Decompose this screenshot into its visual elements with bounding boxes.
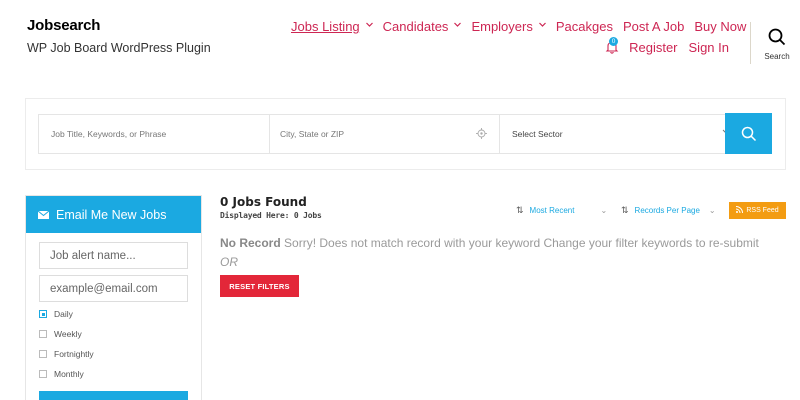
nav-label: Jobs Listing — [291, 19, 360, 34]
location-input[interactable]: City, State or ZIP — [269, 115, 499, 153]
nav-employers[interactable]: Employers — [471, 19, 546, 34]
job-search-button[interactable] — [725, 113, 772, 154]
frequency-weekly-checkbox[interactable]: Weekly — [39, 329, 82, 339]
job-alert-header: Email Me New Jobs — [26, 196, 201, 233]
frequency-fortnightly-checkbox[interactable]: Fortnightly — [39, 349, 94, 359]
sort-order-select[interactable]: ⇅ Most Recent ⌄ — [516, 205, 607, 216]
nav-label: Employers — [471, 19, 533, 34]
site-title[interactable]: Jobsearch — [27, 17, 100, 34]
keyword-input[interactable]: Job Title, Keywords, or Phrase — [39, 115, 269, 153]
jobs-found-count: 0 Jobs Found — [220, 195, 307, 209]
checkbox[interactable] — [39, 310, 47, 318]
sort-order-label: Most Recent — [529, 206, 575, 215]
no-record-title: No Record — [220, 236, 281, 250]
checkbox[interactable] — [39, 370, 47, 378]
header-divider — [750, 22, 751, 64]
displayed-count: Displayed Here: 0 Jobs — [220, 211, 322, 220]
primary-nav: Jobs Listing Candidates Employers Pacakg… — [291, 19, 746, 34]
rss-feed-button[interactable]: RSS Feed — [729, 202, 786, 219]
frequency-label: Weekly — [54, 329, 82, 339]
nav-label: Post A Job — [622, 19, 685, 34]
sector-select[interactable]: Select Sector — [499, 115, 744, 153]
rss-label: RSS Feed — [746, 207, 779, 214]
records-per-page-label: Records Per Page — [634, 206, 700, 215]
job-alert-name-input[interactable]: Job alert name... — [39, 242, 188, 269]
search-toggle-label: Search — [764, 52, 790, 61]
nav-packages[interactable]: Pacakges — [556, 19, 613, 34]
job-search-panel: Job Title, Keywords, or Phrase City, Sta… — [25, 98, 786, 170]
frequency-daily-checkbox[interactable]: Daily — [39, 309, 73, 319]
nav-label: Candidates — [382, 19, 449, 34]
no-record-text: Sorry! Does not match record with your k… — [284, 236, 759, 250]
nav-candidates[interactable]: Candidates — [383, 19, 462, 34]
job-alert-title: Email Me New Jobs — [56, 207, 167, 222]
account-nav: 0 Register Sign In — [605, 37, 729, 55]
sort-arrows-icon: ⇅ — [516, 205, 523, 215]
nav-buy-now[interactable]: Buy Now — [694, 19, 746, 34]
sector-select-label: Select Sector — [512, 129, 563, 139]
locate-icon[interactable] — [476, 128, 487, 141]
search-toggle-button[interactable]: Search — [761, 28, 793, 62]
search-icon — [741, 126, 756, 141]
job-alert-email-input[interactable]: example@email.com — [39, 275, 188, 302]
notification-bell-icon[interactable]: 0 — [605, 37, 619, 55]
chevron-down-icon — [454, 21, 462, 28]
nav-label: Pacakges — [555, 19, 613, 34]
checkbox[interactable] — [39, 330, 47, 338]
frequency-label: Daily — [54, 309, 73, 319]
frequency-monthly-checkbox[interactable]: Monthly — [39, 369, 84, 379]
job-alert-widget: Email Me New Jobs Job alert name... exam… — [25, 195, 202, 400]
register-link[interactable]: Register — [629, 40, 677, 55]
or-separator: OR — [220, 255, 238, 269]
nav-label: Buy Now — [694, 19, 747, 34]
chevron-down-icon — [365, 21, 373, 28]
create-alert-button[interactable] — [39, 391, 188, 400]
chevron-down-icon: ⌄ — [600, 206, 608, 215]
chevron-down-icon — [538, 21, 546, 28]
job-search-form: Job Title, Keywords, or Phrase City, Sta… — [38, 114, 745, 154]
sort-arrows-icon: ⇅ — [621, 205, 628, 215]
location-placeholder: City, State or ZIP — [280, 129, 345, 139]
rss-icon — [736, 206, 744, 215]
nav-post-a-job[interactable]: Post A Job — [623, 19, 684, 34]
nav-jobs-listing[interactable]: Jobs Listing — [291, 19, 373, 34]
frequency-label: Fortnightly — [54, 349, 94, 359]
site-tagline: WP Job Board WordPress Plugin — [27, 41, 211, 55]
search-icon — [768, 28, 786, 46]
reset-filters-button[interactable]: RESET FILTERS — [220, 275, 299, 297]
records-per-page-select[interactable]: ⇅ Records Per Page ⌄ — [621, 205, 716, 216]
chevron-down-icon: ⌄ — [708, 206, 716, 215]
envelope-icon — [37, 208, 50, 222]
checkbox[interactable] — [39, 350, 47, 358]
frequency-label: Monthly — [54, 369, 84, 379]
sign-in-link[interactable]: Sign In — [689, 40, 729, 55]
no-record-message: No Record Sorry! Does not match record w… — [220, 236, 759, 250]
